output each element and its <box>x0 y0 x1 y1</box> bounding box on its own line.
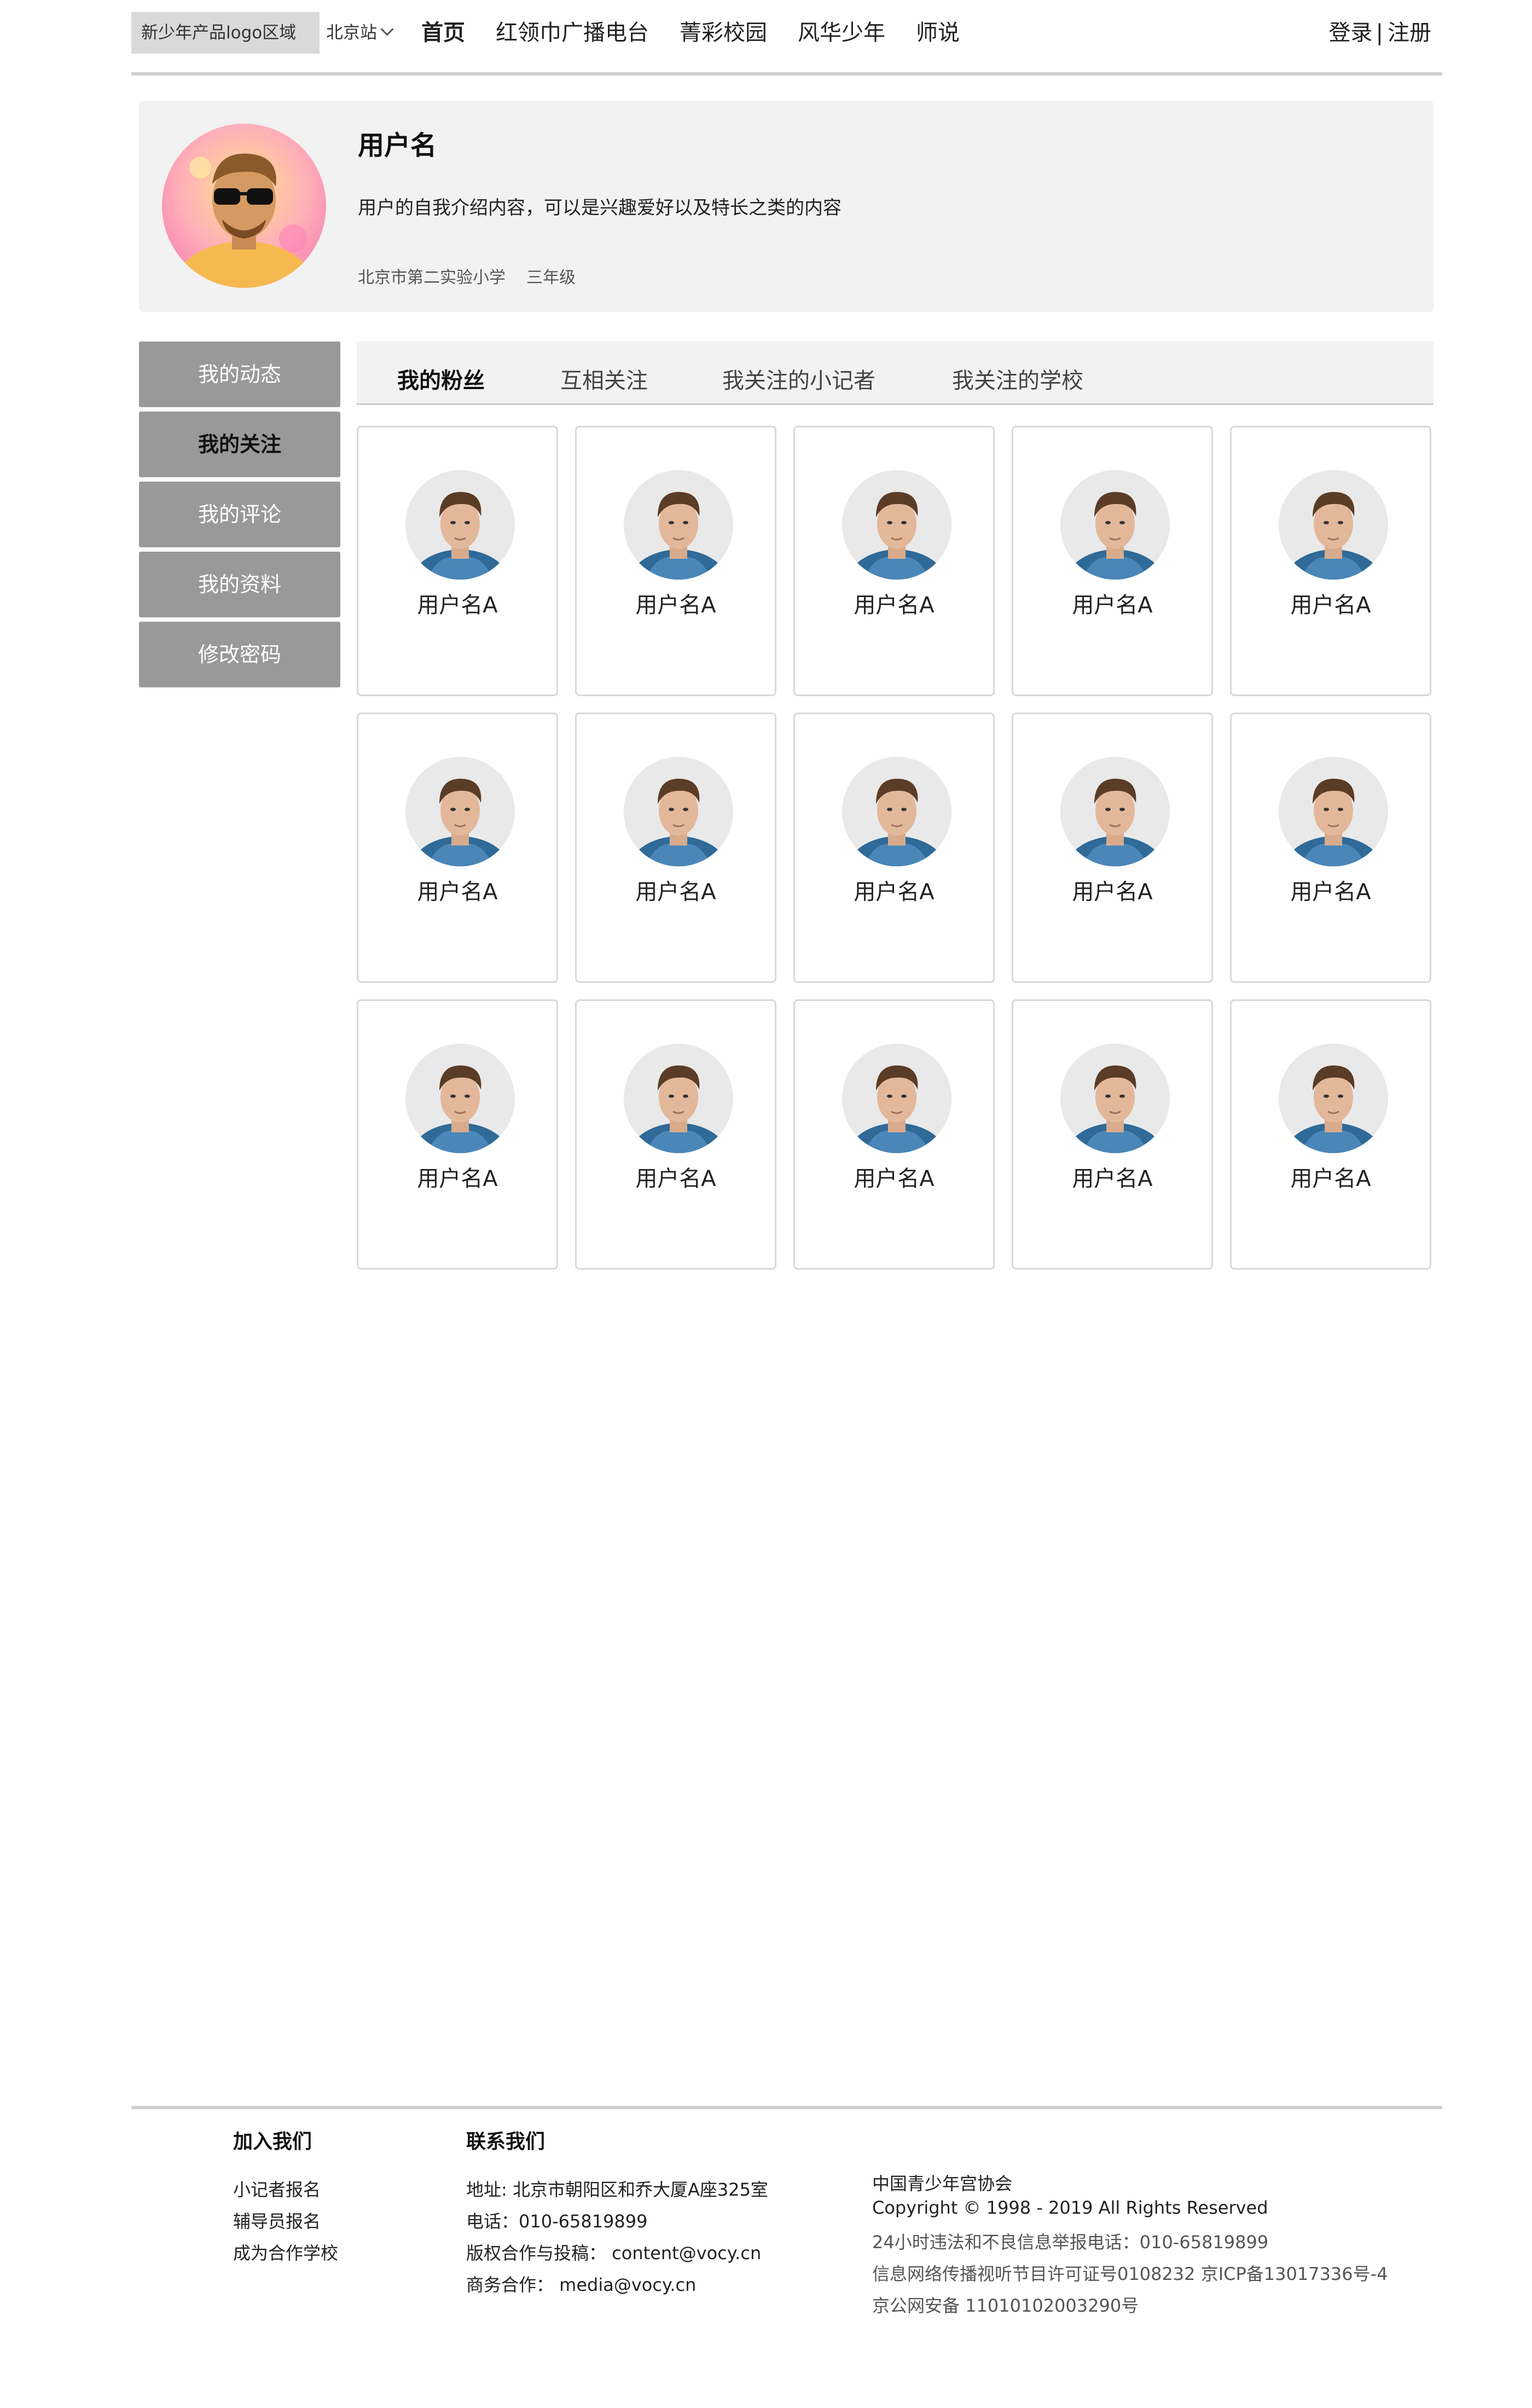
footer-copyright: Copyright © 1998 - 2019 All Rights Reser… <box>872 2197 1268 2218</box>
avatar <box>1060 1044 1170 1153</box>
user-name: 用户名A <box>1072 593 1153 618</box>
side-item-following[interactable]: 我的关注 <box>139 412 340 477</box>
profile-grade: 三年级 <box>526 268 576 287</box>
user-name: 用户名A <box>635 1166 716 1191</box>
avatar <box>842 470 951 580</box>
user-name: 用户名A <box>1290 879 1371 905</box>
avatar <box>162 124 326 288</box>
footer-license: 信息网络传播视听节目许可证号0108232 京ICP备13017336号-4 <box>872 2264 1388 2284</box>
footer-phone: 电话：010-65819899 <box>466 2211 648 2232</box>
footer-police: 京公网安备 11010102003290号 <box>872 2295 1139 2316</box>
side-item-password[interactable]: 修改密码 <box>139 622 340 687</box>
profile-bio: 用户的自我介绍内容，可以是兴趣爱好以及特长之类的内容 <box>358 197 842 219</box>
footer-contact: 联系我们 地址: 北京市朝阳区和乔大厦A座325室 电话：010-6581989… <box>466 2126 768 2301</box>
footer-org: 中国青少年宫协会 <box>872 2173 1013 2194</box>
auth-links: 登录 | 注册 <box>1329 12 1431 54</box>
user-name: 用户名A <box>854 593 935 618</box>
avatar <box>405 757 515 866</box>
avatar <box>842 1044 951 1153</box>
footer-report: 24小时违法和不良信息举报电话：010-65819899 <box>872 2232 1269 2253</box>
logo[interactable]: 新少年产品logo区域 <box>131 12 320 54</box>
user-card[interactable]: 用户名A <box>1012 426 1213 696</box>
user-name: 用户名A <box>854 879 935 905</box>
avatar <box>624 757 733 866</box>
user-grid: 用户名A 用户名A 用户名A 用户名A 用户名A 用户名A 用户名A 用户名A … <box>357 426 1434 1270</box>
user-card[interactable]: 用户名A <box>1230 999 1431 1270</box>
tab-mutual[interactable]: 互相关注 <box>560 341 648 405</box>
user-card[interactable]: 用户名A <box>1230 713 1431 983</box>
user-name: 用户名A <box>854 1166 935 1191</box>
user-card[interactable]: 用户名A <box>793 999 995 1270</box>
footer-contact-title: 联系我们 <box>466 2131 546 2153</box>
user-name: 用户名A <box>417 593 498 618</box>
user-name: 用户名A <box>417 1166 498 1191</box>
user-card[interactable]: 用户名A <box>357 999 558 1270</box>
user-card[interactable]: 用户名A <box>793 713 995 983</box>
footer-link-partner-school[interactable]: 成为合作学校 <box>233 2237 338 2269</box>
footer-business-email: 商务合作： media@vocy.cn <box>466 2274 697 2295</box>
nav-radio[interactable]: 红领巾广播电台 <box>496 12 649 54</box>
footer-legal: 中国青少年宫协会 Copyright © 1998 - 2019 All Rig… <box>872 2172 1388 2322</box>
side-menu: 我的动态 我的关注 我的评论 我的资料 修改密码 <box>139 341 340 692</box>
nav-campus[interactable]: 菁彩校园 <box>680 12 767 54</box>
user-name: 用户名A <box>1072 1166 1153 1191</box>
nav-youth[interactable]: 风华少年 <box>798 12 885 54</box>
user-card[interactable]: 用户名A <box>1012 713 1213 983</box>
footer-address: 地址: 北京市朝阳区和乔大厦A座325室 <box>466 2179 768 2200</box>
user-card[interactable]: 用户名A <box>357 713 558 983</box>
side-item-comments[interactable]: 我的评论 <box>139 482 340 547</box>
tab-schools[interactable]: 我关注的学校 <box>952 341 1083 405</box>
city-selector[interactable]: 北京站 <box>326 12 394 54</box>
avatar <box>1060 757 1170 866</box>
avatar <box>624 1044 733 1153</box>
user-card[interactable]: 用户名A <box>357 426 558 696</box>
user-name: 用户名A <box>1290 593 1371 618</box>
user-card[interactable]: 用户名A <box>575 713 776 983</box>
footer-divider <box>131 2106 1442 2109</box>
top-header: 新少年产品logo区域 北京站 首页 红领巾广播电台 菁彩校园 风华少年 师说 … <box>131 0 1442 76</box>
main-nav: 首页 红领巾广播电台 菁彩校园 风华少年 师说 <box>421 12 990 54</box>
avatar <box>842 757 951 866</box>
footer-link-reporter[interactable]: 小记者报名 <box>233 2174 338 2206</box>
user-name: 用户名A <box>635 879 716 905</box>
auth-divider: | <box>1376 20 1383 45</box>
avatar <box>1279 1044 1388 1153</box>
profile-card: 用户名 用户的自我介绍内容，可以是兴趣爱好以及特长之类的内容 北京市第二实验小学… <box>139 101 1434 312</box>
login-link[interactable]: 登录 <box>1329 20 1373 45</box>
tab-bar: 我的粉丝 互相关注 我关注的小记者 我关注的学校 <box>357 341 1434 405</box>
footer-join-title: 加入我们 <box>233 2131 312 2153</box>
profile-school: 北京市第二实验小学 <box>358 268 506 287</box>
nav-home[interactable]: 首页 <box>421 12 465 54</box>
user-card[interactable]: 用户名A <box>575 426 776 696</box>
user-name: 用户名A <box>417 879 498 905</box>
user-name: 用户名A <box>635 593 716 618</box>
avatar <box>1279 757 1388 866</box>
profile-meta: 北京市第二实验小学 三年级 <box>358 264 576 288</box>
register-link[interactable]: 注册 <box>1388 20 1431 45</box>
user-name: 用户名A <box>1290 1166 1371 1191</box>
avatar <box>405 470 515 580</box>
user-card[interactable]: 用户名A <box>575 999 776 1270</box>
footer-link-counselor[interactable]: 辅导员报名 <box>233 2206 338 2237</box>
avatar <box>1279 470 1388 580</box>
tab-fans[interactable]: 我的粉丝 <box>397 341 485 405</box>
avatar <box>1060 470 1170 580</box>
footer-submission-email: 版权合作与投稿： content@vocy.cn <box>466 2243 762 2264</box>
tab-reporters[interactable]: 我关注的小记者 <box>722 341 875 405</box>
side-item-activity[interactable]: 我的动态 <box>139 341 340 407</box>
avatar <box>624 470 733 580</box>
side-item-profile[interactable]: 我的资料 <box>139 552 340 617</box>
profile-name: 用户名 <box>358 130 437 161</box>
avatar <box>405 1044 515 1153</box>
city-label: 北京站 <box>326 23 377 43</box>
user-card[interactable]: 用户名A <box>793 426 995 696</box>
user-card[interactable]: 用户名A <box>1230 426 1431 696</box>
user-card[interactable]: 用户名A <box>1012 999 1213 1270</box>
chevron-down-icon <box>380 22 394 36</box>
user-name: 用户名A <box>1072 879 1153 905</box>
nav-teacher[interactable]: 师说 <box>916 12 960 54</box>
footer-join: 加入我们 小记者报名 辅导员报名 成为合作学校 <box>233 2126 338 2269</box>
